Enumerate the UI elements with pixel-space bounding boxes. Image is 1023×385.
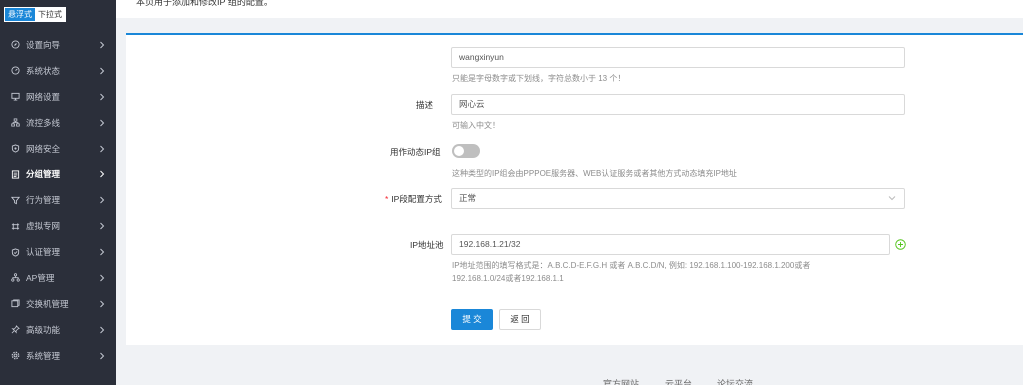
group-name-input[interactable]: wangxinyun [451,47,905,68]
gear-icon [10,351,20,361]
monitor-icon [10,92,20,102]
sidebar-item-label: 分组管理 [26,169,61,180]
list-icon [10,169,20,179]
sidebar-item-label: 认证管理 [26,247,61,258]
required-mark: * [385,194,389,204]
submit-button[interactable]: 提 交 [451,309,493,330]
ip-pool-hint-line1: IP地址范围的填写格式是：A.B.C.D-E.F.G.H 或者 A.B.C.D/… [452,261,811,270]
description-label: 描述 [416,100,434,110]
dynamic-ip-toggle[interactable] [452,144,480,158]
ip-pool-hint-line2: 192.168.1.0/24或者192.168.1.1 [452,274,564,283]
sidebar-item-label: 高级功能 [26,324,61,335]
add-circle-icon[interactable] [895,239,906,250]
vpn-icon [10,221,20,231]
sidebar-item[interactable]: 网络设置 [0,84,116,110]
sidebar-nav: 设置向导系统状态网络设置流控多线网络安全分组管理行为管理虚拟专网认证管理 AP管理… [0,32,116,369]
sidebar-item-label: 虚拟专网 [26,221,61,232]
ip-config-mode-value: 正常 [459,193,477,203]
dashboard-icon [10,66,20,76]
sidebar-item-label: 系统管理 [26,350,61,361]
chevron-right-icon [100,171,105,178]
compass-icon [10,40,20,50]
group-name-hint: 只能是字母数字或下划线，字符总数小于 13 个！ [452,74,626,83]
ip-config-mode-label: * IP段配置方式 [385,194,442,204]
sidebar-item[interactable]: 行为管理 [0,187,116,213]
form-card: *组名 wangxinyun 只能是字母数字或下划线，字符总数小于 13 个！ … [126,33,1023,345]
chevron-right-icon [100,326,105,334]
sidebar-item-label: 系统状态 [26,65,61,76]
ip-pool-input[interactable]: 192.168.1.21/32 [451,234,890,255]
switch-icon [10,299,20,309]
sidebar-item[interactable]: AP管理 [0,265,116,291]
description-input[interactable]: 网心云 [451,94,905,115]
chevron-down-icon [888,196,896,201]
back-button[interactable]: 返 回 [499,309,541,330]
sidebar-item[interactable]: 设置向导 [0,32,116,58]
footer: 官方网站 云平台 论坛交流 [116,370,1023,385]
sidebar-item-label: 交换机管理 [26,298,69,309]
chevron-right-icon [100,41,105,49]
menu-mode-switch: 悬浮式 下拉式 [4,7,66,22]
sidebar-item[interactable]: 网络安全 [0,136,116,162]
page-description-bar: 本页用于添加和修改IP 组的配置。 [116,0,1023,18]
chevron-right-icon [100,67,105,75]
footer-link-cloud-platform[interactable]: 云平台 [665,377,692,385]
sidebar-item[interactable]: 流控多线 [0,110,116,136]
filter-icon [10,195,20,205]
sidebar-item-label: 设置向导 [26,39,61,50]
sidebar-item[interactable]: 认证管理 [0,239,116,265]
sidebar: 悬浮式 下拉式 设置向导系统状态网络设置流控多线网络安全分组管理行为管理虚拟专网… [0,0,116,385]
chevron-right-icon [100,93,105,101]
chevron-right-icon [100,196,105,204]
shield-check-icon [10,247,20,257]
network-icon [10,118,20,128]
pin-icon [10,325,20,335]
chevron-right-icon [100,300,105,308]
dropdown-mode-button[interactable]: 下拉式 [35,8,65,21]
shield-icon [10,144,20,154]
chevron-right-icon [100,145,105,152]
sidebar-item-label: 网络设置 [26,91,61,102]
sidebar-item-label: 行为管理 [26,195,61,206]
chevron-right-icon [100,248,105,256]
sidebar-item[interactable]: 系统状态 [0,58,116,84]
sidebar-item-label: 流控多线 [26,117,61,128]
floating-mode-button[interactable]: 悬浮式 [5,8,35,21]
chevron-right-icon [100,352,105,359]
description-hint: 可输入中文！ [452,121,500,130]
main-content: 本页用于添加和修改IP 组的配置。 *组名 wangxinyun 只能是字母数字… [116,0,1023,385]
dynamic-ip-hint: 这种类型的IP组会由PPPOE服务器、WEB认证服务或者其他方式动态填充IP地址 [452,169,737,178]
chevron-right-icon [100,119,105,126]
sidebar-item[interactable]: 高级功能 [0,317,116,343]
ip-pool-label: IP地址池 [410,240,444,250]
chevron-right-icon [100,274,105,282]
footer-link-official-site[interactable]: 官方网站 [603,377,639,385]
ap-icon [10,273,20,283]
sidebar-item[interactable]: 交换机管理 [0,291,116,317]
page-description: 本页用于添加和修改IP 组的配置。 [136,0,273,7]
ip-config-mode-select[interactable]: 正常 [451,188,905,209]
sidebar-item[interactable]: 系统管理 [0,343,116,369]
sidebar-item-label: AP管理 [26,272,55,283]
dynamic-ip-label: 用作动态IP组 [390,147,441,157]
chevron-right-icon [100,222,105,230]
sidebar-item[interactable]: 分组管理 [0,161,116,187]
sidebar-item-label: 网络安全 [26,143,61,154]
sidebar-item[interactable]: 虚拟专网 [0,213,116,239]
toggle-knob [454,146,464,156]
footer-link-forum[interactable]: 论坛交流 [717,377,753,385]
